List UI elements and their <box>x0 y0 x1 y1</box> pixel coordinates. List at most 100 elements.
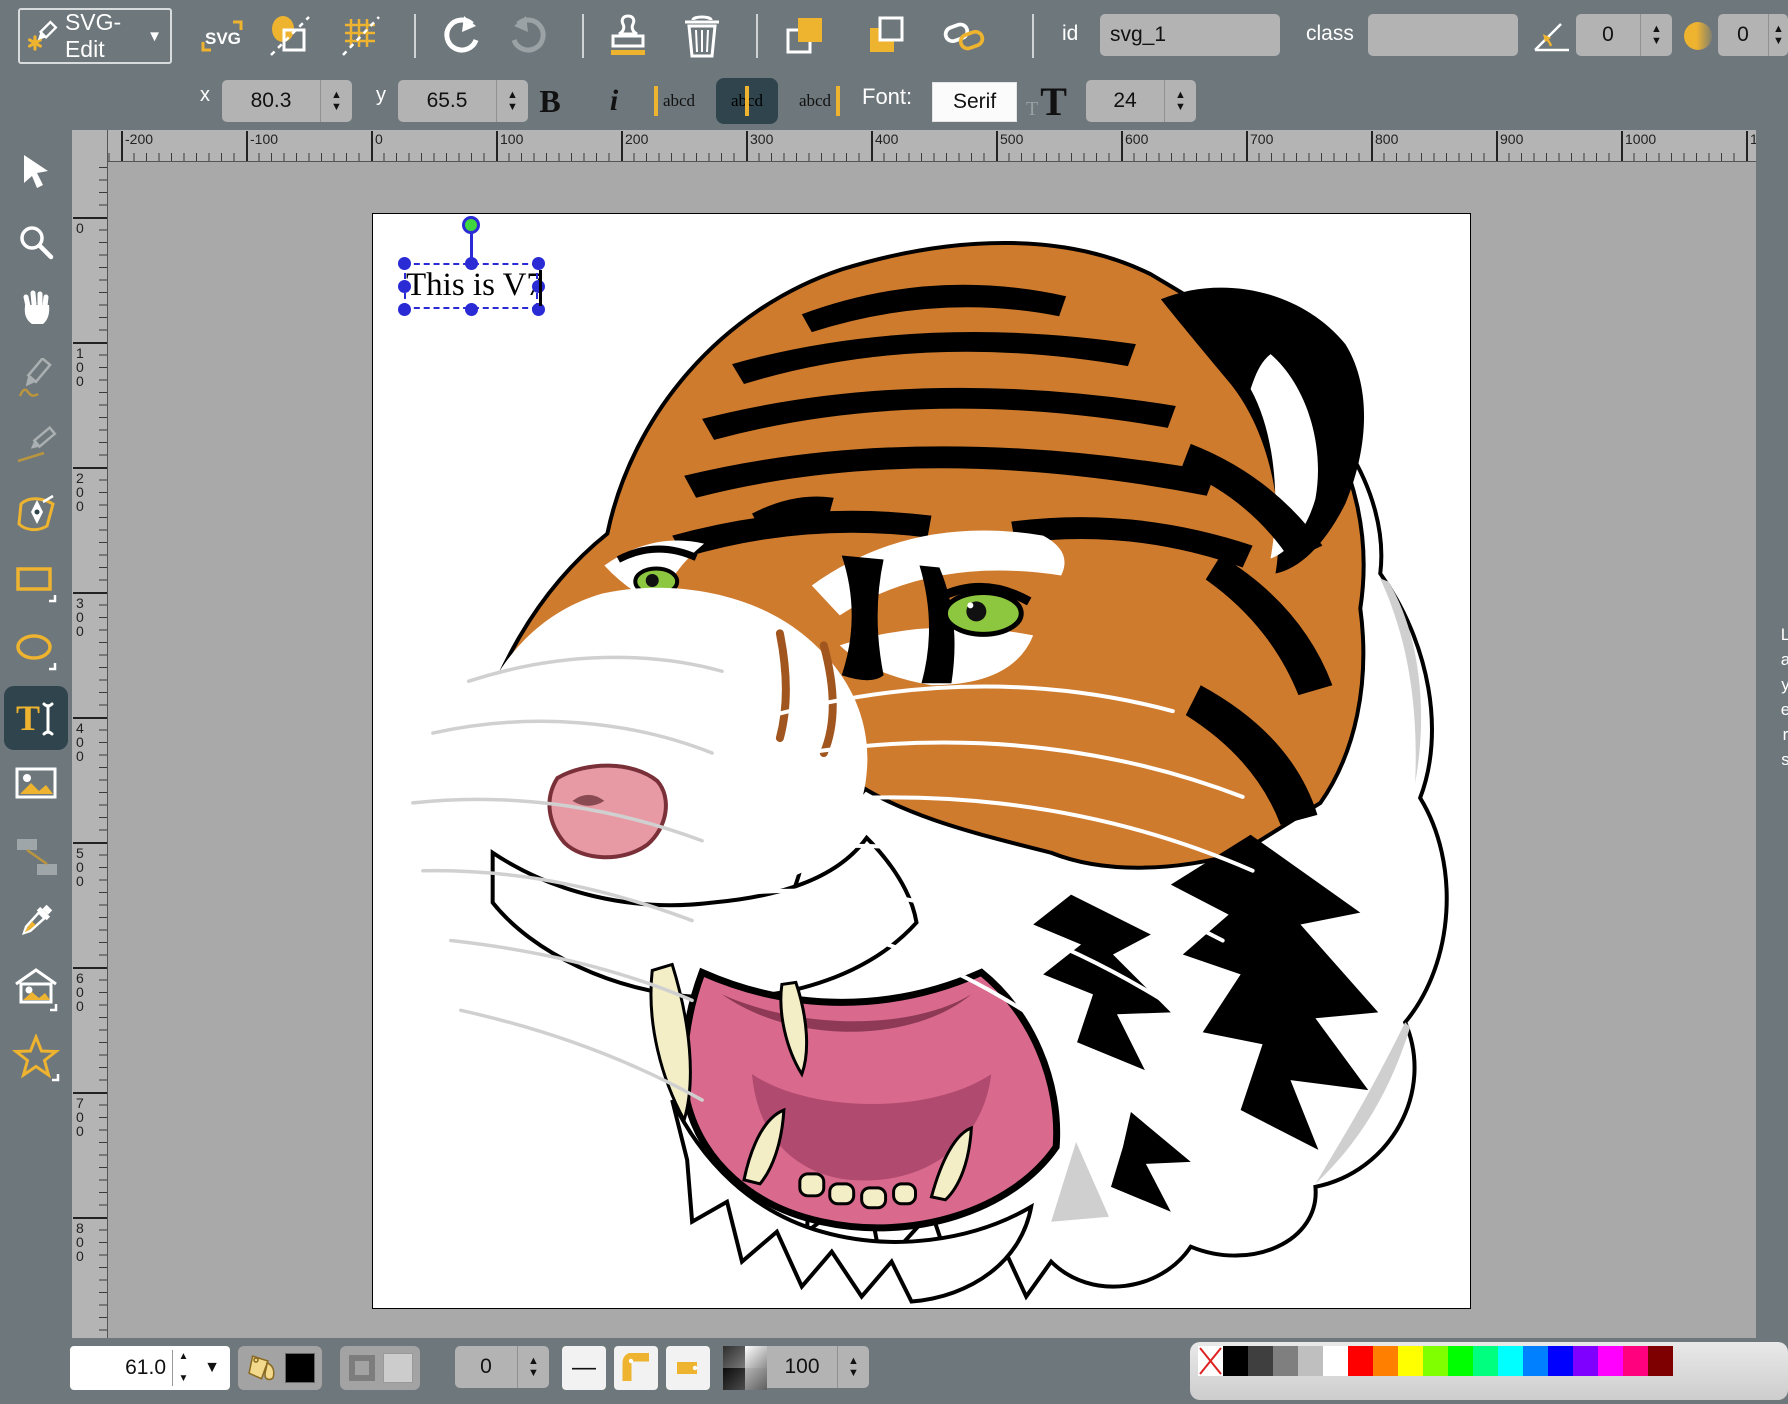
stroke-width-field: 0 ▲▼ <box>455 1346 549 1388</box>
text-anchor-end-button[interactable]: abcd <box>784 78 846 124</box>
path-tool-button[interactable] <box>8 485 64 541</box>
x-spinner[interactable]: ▲▼ <box>320 80 352 122</box>
opacity-spinner[interactable]: ▲▼ <box>837 1346 869 1388</box>
selection-handle-ne[interactable] <box>532 257 545 270</box>
palette-swatch[interactable] <box>1573 1346 1598 1376</box>
svg-source-button[interactable]: SVG <box>198 12 246 60</box>
pan-tool-button[interactable] <box>8 280 64 336</box>
rotation-angle-value[interactable]: 0 <box>1576 14 1640 56</box>
text-insertion-cursor <box>539 270 542 306</box>
select-tool-button[interactable] <box>8 143 64 199</box>
redo-button[interactable] <box>506 12 554 60</box>
palette-swatch[interactable] <box>1523 1346 1548 1376</box>
rect-tool-button[interactable] <box>8 556 64 612</box>
text-anchor-middle-button[interactable]: abcd <box>716 78 778 124</box>
stroke-color-control[interactable] <box>340 1346 420 1390</box>
image-tool-button[interactable] <box>8 756 64 812</box>
fill-color-control[interactable] <box>238 1346 322 1390</box>
document-properties-button[interactable] <box>266 12 314 60</box>
element-class-input[interactable] <box>1368 14 1518 56</box>
font-size-spinner[interactable]: ▲▼ <box>1164 80 1196 122</box>
font-size-value[interactable]: 24 <box>1086 80 1164 122</box>
palette-swatch[interactable] <box>1323 1346 1348 1376</box>
zoom-control[interactable]: 61.0 ▲▼ ▼ <box>70 1346 230 1390</box>
x-value[interactable]: 80.3 <box>222 80 320 122</box>
move-to-top-button[interactable] <box>782 12 830 60</box>
rotation-angle-spinner[interactable]: ▲▼ <box>1640 14 1672 56</box>
opacity-value[interactable]: 100 <box>767 1346 837 1388</box>
ruler-top-label: 100 <box>500 131 523 147</box>
zoom-spinner[interactable]: ▲▼ <box>172 1350 194 1386</box>
palette-swatch[interactable] <box>1373 1346 1398 1376</box>
selection-handle-s[interactable] <box>465 303 478 316</box>
rotate-handle[interactable] <box>462 216 480 234</box>
selection-handle-sw[interactable] <box>398 303 411 316</box>
blur-value[interactable]: 0 <box>1718 14 1768 56</box>
y-value[interactable]: 65.5 <box>398 80 496 122</box>
palette-swatch[interactable] <box>1473 1346 1498 1376</box>
pencil-tool-button[interactable] <box>8 352 64 408</box>
toolbar-separator <box>756 14 758 58</box>
selection-handle-w[interactable] <box>398 280 411 293</box>
shape-library-button[interactable] <box>8 962 64 1018</box>
stroke-color-swatch[interactable] <box>383 1353 413 1383</box>
stroke-dash-button[interactable]: — <box>562 1346 606 1390</box>
text-anchor-start-button[interactable]: abcd <box>648 78 710 124</box>
line-tool-button[interactable] <box>8 417 64 473</box>
stroke-width-spinner[interactable]: ▲▼ <box>517 1346 549 1388</box>
main-toolbar: SVG-Edit ▼ SVG <box>0 0 1788 72</box>
class-label: class <box>1306 22 1354 46</box>
font-family-button[interactable]: Serif <box>932 82 1017 122</box>
anchor-middle-marker <box>745 86 749 116</box>
palette-swatch[interactable] <box>1648 1346 1673 1376</box>
stroke-width-value[interactable]: 0 <box>455 1346 517 1388</box>
palette-swatch[interactable] <box>1448 1346 1473 1376</box>
hand-icon <box>16 288 56 328</box>
text-tool-button[interactable]: T <box>4 686 68 750</box>
palette-swatch[interactable] <box>1223 1346 1248 1376</box>
font-label: Font: <box>862 84 912 110</box>
palette-swatch[interactable] <box>1398 1346 1423 1376</box>
palette-swatch-none[interactable] <box>1198 1346 1223 1376</box>
italic-button[interactable]: i <box>592 78 636 124</box>
star-tool-button[interactable] <box>8 1030 64 1086</box>
opacity-icon <box>723 1346 767 1390</box>
main-menu-button[interactable]: SVG-Edit ▼ <box>18 8 172 64</box>
bold-button[interactable]: B <box>528 78 572 124</box>
toolbar-separator <box>582 14 584 58</box>
selection-handle-nw[interactable] <box>398 257 411 270</box>
editor-preferences-button[interactable] <box>336 12 384 60</box>
element-id-input[interactable] <box>1100 14 1280 56</box>
palette-swatch[interactable] <box>1298 1346 1323 1376</box>
palette-swatch[interactable] <box>1348 1346 1373 1376</box>
connector-tool-button[interactable] <box>8 829 64 885</box>
link-button[interactable] <box>940 12 988 60</box>
y-spinner[interactable]: ▲▼ <box>496 80 528 122</box>
ruler-top-label: 700 <box>1250 131 1273 147</box>
undo-button[interactable] <box>436 12 484 60</box>
palette-swatch[interactable] <box>1598 1346 1623 1376</box>
palette-swatch[interactable] <box>1273 1346 1298 1376</box>
ellipse-tool-button[interactable] <box>8 624 64 680</box>
palette-swatch[interactable] <box>1498 1346 1523 1376</box>
layers-panel-toggle[interactable]: Layers <box>1756 130 1788 1338</box>
svg-canvas-page[interactable]: This is V7 <box>372 213 1471 1309</box>
blur-spinner[interactable]: ▲▼ <box>1768 14 1788 56</box>
tiger-artwork[interactable] <box>373 214 1470 1308</box>
stroke-join-button[interactable] <box>614 1346 658 1390</box>
clone-stamp-button[interactable] <box>604 12 652 60</box>
delete-button[interactable] <box>678 12 726 60</box>
palette-swatch[interactable] <box>1623 1346 1648 1376</box>
zoom-tool-button[interactable] <box>8 214 64 270</box>
zoom-dropdown-arrow[interactable]: ▼ <box>194 1359 230 1377</box>
palette-swatch[interactable] <box>1423 1346 1448 1376</box>
fill-color-swatch[interactable] <box>285 1353 315 1383</box>
selection-handle-n[interactable] <box>465 257 478 270</box>
palette-swatch[interactable] <box>1548 1346 1573 1376</box>
move-to-bottom-button[interactable] <box>862 12 910 60</box>
eyedropper-tool-button[interactable] <box>8 893 64 949</box>
stroke-cap-button[interactable] <box>666 1346 710 1390</box>
zoom-value[interactable]: 61.0 <box>70 1356 172 1380</box>
palette-swatch[interactable] <box>1248 1346 1273 1376</box>
canvas-workspace[interactable]: This is V7 <box>108 162 1756 1338</box>
